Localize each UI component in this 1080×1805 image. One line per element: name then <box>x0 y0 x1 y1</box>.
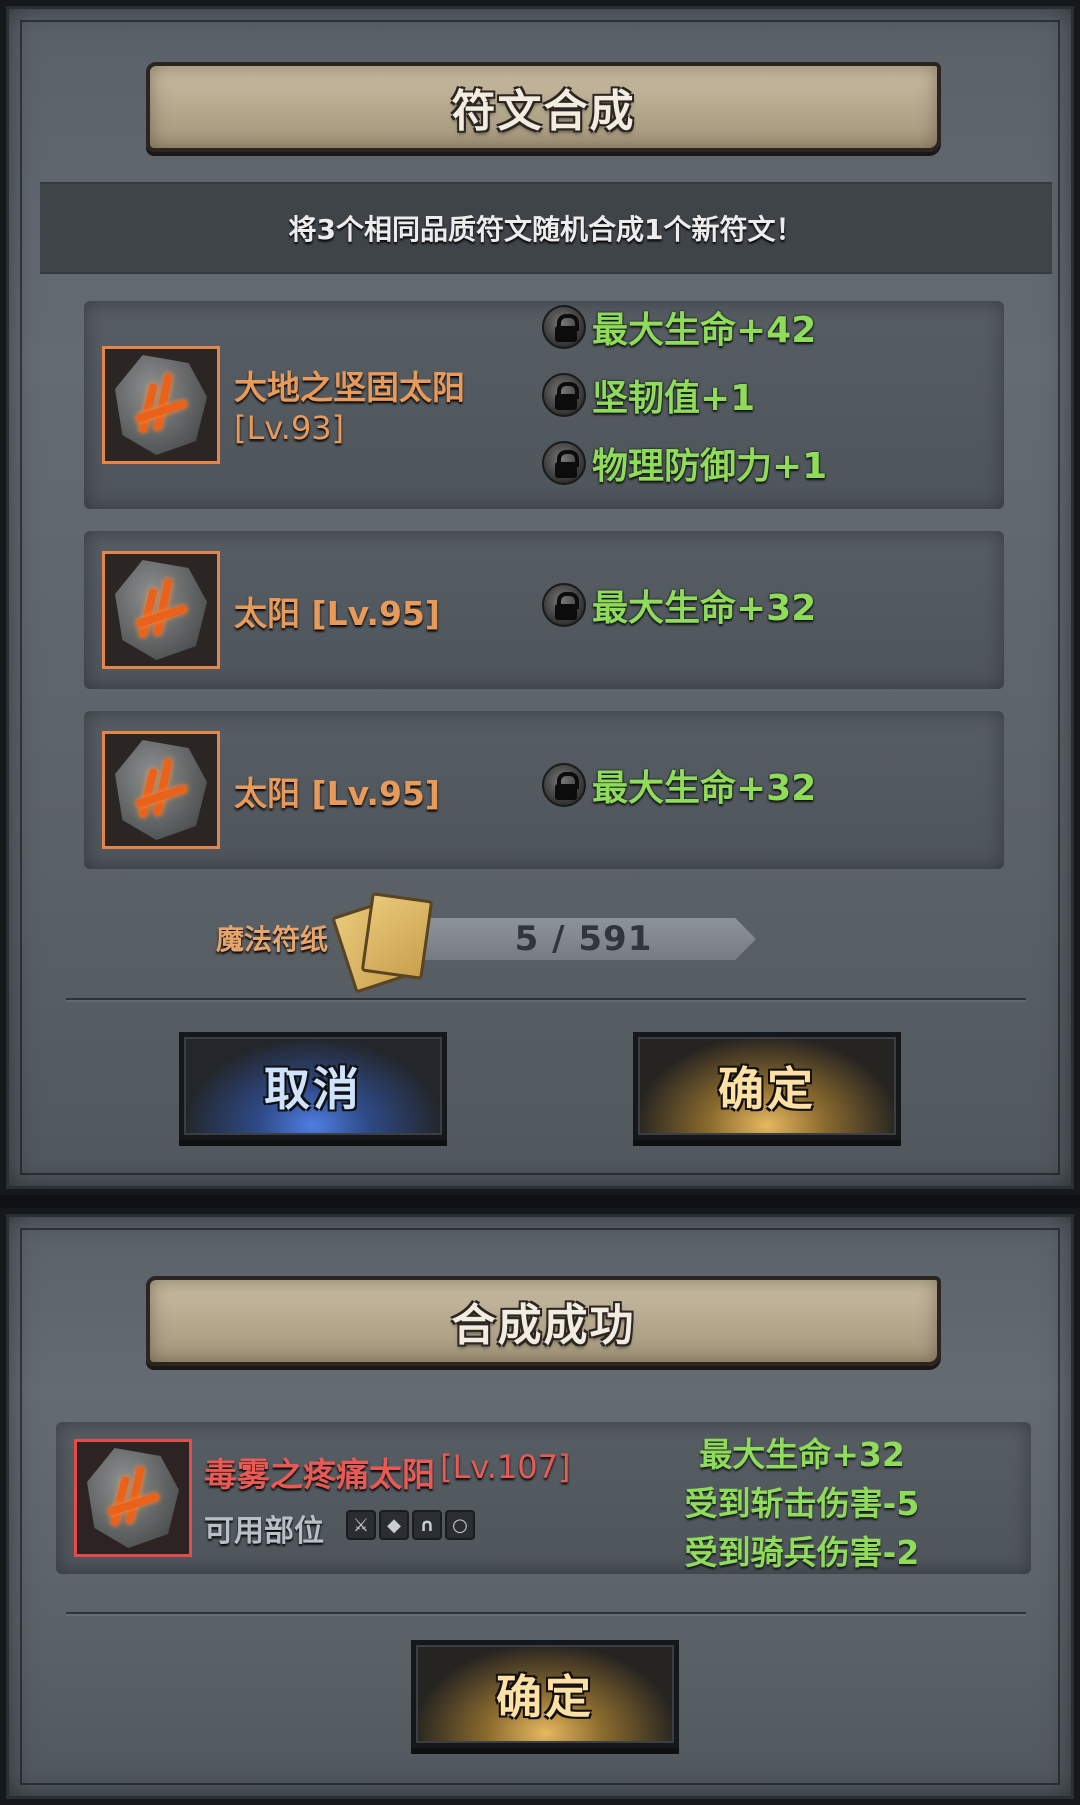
result-rune-name: 毒雾之疼痛太阳 <box>204 1455 435 1494</box>
rune-name: 大地之坚固太阳 <box>234 368 465 407</box>
dialog-title-banner: 符文合成 <box>146 62 941 152</box>
divider <box>66 1612 1026 1614</box>
lock-icon[interactable] <box>542 305 586 349</box>
result-confirm-button[interactable]: 确定 <box>411 1640 679 1748</box>
rune-synthesis-dialog: 符文合成 将3个相同品质符文随机合成1个新符文！ 大地之坚固太阳 [Lv.93]… <box>0 0 1080 1195</box>
part-boots-icon: ∩ <box>412 1510 442 1540</box>
lock-icon[interactable] <box>542 441 586 485</box>
rune-attr-text: 最大生命+32 <box>592 588 817 629</box>
lock-icon[interactable] <box>542 763 586 807</box>
result-title-banner: 合成成功 <box>146 1276 941 1366</box>
confirm-button[interactable]: 确定 <box>633 1032 901 1140</box>
rune-stone-icon <box>115 355 207 455</box>
lock-icon[interactable] <box>542 373 586 417</box>
rune-attr: 物理防御力+1 <box>542 437 827 489</box>
result-rune-icon-frame[interactable] <box>74 1439 192 1557</box>
result-title: 合成成功 <box>451 1300 636 1351</box>
part-weapon-icon: ⚔ <box>346 1510 376 1540</box>
confirm-button-label: 确定 <box>718 1062 816 1116</box>
rune-attr: 最大生命+42 <box>542 301 816 353</box>
part-ring-icon: ○ <box>445 1510 475 1540</box>
result-confirm-label: 确定 <box>496 1670 594 1724</box>
cancel-button[interactable]: 取消 <box>179 1032 447 1140</box>
magic-paper-count-bar: 5 / 591 <box>411 918 756 960</box>
magic-paper-row: 魔法符纸 5 / 591 <box>206 886 766 994</box>
rune-attr-text: 最大生命+42 <box>592 310 817 351</box>
rune-attr: 最大生命+32 <box>542 579 816 631</box>
rune-stone-icon <box>87 1448 179 1548</box>
rune-card-2[interactable]: 太阳 [Lv.95] 最大生命+32 <box>84 531 1004 689</box>
result-attr: 受到斩击伤害-5 <box>684 1484 920 1523</box>
result-rune-level: [Lv.107] <box>440 1448 571 1486</box>
rune-attr-text: 坚韧值+1 <box>592 378 756 419</box>
description-bar: 将3个相同品质符文随机合成1个新符文！ <box>40 182 1052 274</box>
divider <box>66 998 1026 1000</box>
rune-card-1[interactable]: 大地之坚固太阳 [Lv.93] 最大生命+42 坚韧值+1 物理防御力+1 <box>84 301 1004 509</box>
rune-icon-frame[interactable] <box>102 346 220 464</box>
rune-attr: 坚韧值+1 <box>542 369 755 421</box>
rune-name: 太阳 [Lv.95] <box>234 594 440 633</box>
rune-card-3[interactable]: 太阳 [Lv.95] 最大生命+32 <box>84 711 1004 869</box>
part-armor-icon: ◆ <box>379 1510 409 1540</box>
result-attr: 受到骑兵伤害-2 <box>684 1533 920 1572</box>
usable-parts-label: 可用部位 <box>204 1514 324 1549</box>
rune-icon-frame[interactable] <box>102 551 220 669</box>
cancel-button-label: 取消 <box>264 1062 362 1116</box>
result-attr: 最大生命+32 <box>699 1435 905 1474</box>
result-rune-card[interactable]: 毒雾之疼痛太阳 [Lv.107] 可用部位 ⚔ ◆ ∩ ○ 最大生命+32 受到… <box>56 1422 1031 1574</box>
rune-level: [Lv.93] <box>234 409 345 447</box>
rune-icon-frame[interactable] <box>102 731 220 849</box>
rune-stone-icon <box>115 560 207 660</box>
rune-attr-text: 物理防御力+1 <box>592 446 828 487</box>
magic-paper-label: 魔法符纸 <box>216 923 329 956</box>
dialog-title: 符文合成 <box>451 86 636 137</box>
lock-icon[interactable] <box>542 583 586 627</box>
rune-attr-text: 最大生命+32 <box>592 768 817 809</box>
usable-parts-icons: ⚔ ◆ ∩ ○ <box>346 1510 475 1540</box>
rune-stone-icon <box>115 740 207 840</box>
magic-paper-count: 5 / 591 <box>514 919 653 959</box>
synthesis-success-dialog: 合成成功 毒雾之疼痛太阳 [Lv.107] 可用部位 ⚔ ◆ ∩ ○ 最大生命+… <box>0 1208 1080 1805</box>
description-text: 将3个相同品质符文随机合成1个新符文！ <box>288 213 804 246</box>
rune-attr: 最大生命+32 <box>542 759 816 811</box>
magic-paper-icon <box>331 892 434 994</box>
rune-name: 太阳 [Lv.95] <box>234 774 440 813</box>
